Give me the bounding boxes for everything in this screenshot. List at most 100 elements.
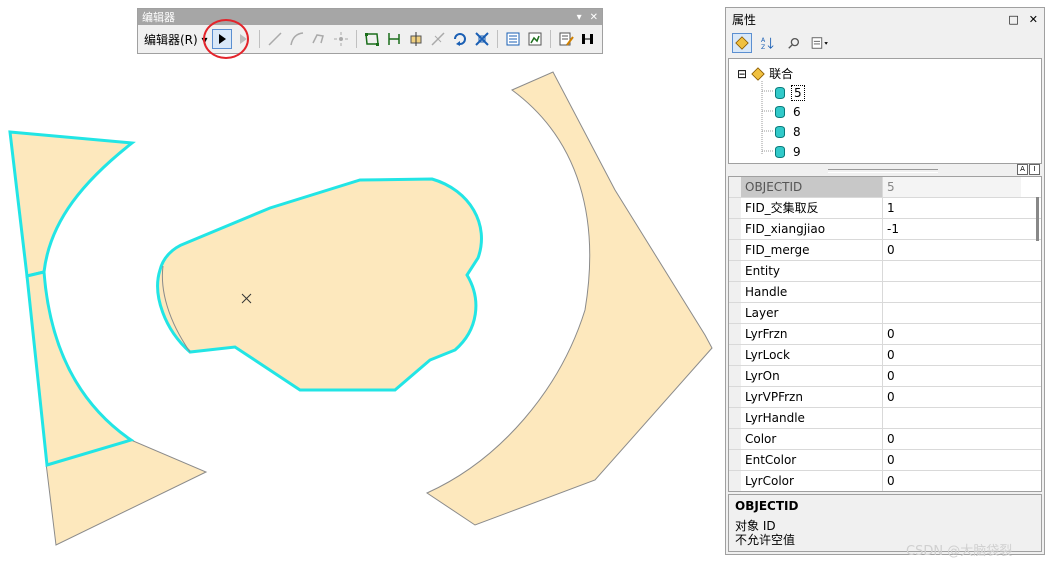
field-value[interactable]: -1	[883, 219, 1021, 239]
chevron-down-icon: ▾	[201, 32, 208, 47]
attribute-row[interactable]: FID_merge 0	[729, 240, 1041, 261]
svg-text:Z: Z	[761, 44, 765, 50]
rotate-tool-button[interactable]	[450, 29, 470, 49]
tree-item-label: 9	[793, 145, 801, 159]
split-tool-button[interactable]	[428, 29, 448, 49]
attributes-titlebar[interactable]: 属性 □ ✕	[726, 8, 1044, 30]
attribute-row[interactable]: Color 0	[729, 429, 1041, 450]
attribute-row[interactable]: FID_xiangjiao -1	[729, 219, 1041, 240]
end-point-arc-tool-button[interactable]	[287, 29, 307, 49]
attribute-row[interactable]: Handle	[729, 282, 1041, 303]
field-value[interactable]: 0	[883, 366, 1021, 386]
row-gutter	[729, 303, 741, 323]
field-name: FID_交集取反	[741, 198, 883, 218]
point-tool-button[interactable]	[331, 29, 351, 49]
field-value[interactable]: 0	[883, 450, 1021, 470]
field-value[interactable]: 0	[883, 471, 1021, 491]
editor-toolbar[interactable]: 编辑器 ▾ ✕ 编辑器(R) ▾	[137, 8, 603, 54]
attribute-row[interactable]: LyrLock 0	[729, 345, 1041, 366]
rotate-icon	[453, 33, 466, 46]
row-gutter	[729, 429, 741, 449]
feature-icon	[775, 106, 785, 118]
straight-segment-tool-button[interactable]	[265, 29, 285, 49]
edit-tool-button[interactable]	[211, 29, 232, 49]
split-icon	[431, 32, 445, 46]
attributes-window[interactable]: 属性 □ ✕ AZ ⊟ 联合 5 6 8 9 A I OBJECTID 5 FI…	[725, 7, 1045, 555]
feature-tree[interactable]: ⊟ 联合 5 6 8 9	[728, 58, 1042, 164]
description-line: 对象 ID	[735, 519, 776, 533]
sort-az-icon: AZ	[761, 37, 774, 50]
reshape-feature-tool-button[interactable]	[384, 29, 404, 49]
row-gutter	[729, 198, 741, 218]
attributes-tool-button[interactable]	[503, 29, 523, 49]
maximize-icon[interactable]: □	[1008, 13, 1018, 26]
attribute-row[interactable]: LyrFrzn 0	[729, 324, 1041, 345]
field-name: LyrOn	[741, 366, 883, 386]
arrow-pointer-icon	[218, 34, 226, 44]
cut-polygons-tool-button[interactable]	[406, 29, 426, 49]
attribute-row[interactable]: LyrColor 0	[729, 471, 1041, 491]
row-gutter	[729, 240, 741, 260]
attribute-row[interactable]: LyrHandle	[729, 408, 1041, 429]
sort-ascending-button[interactable]: AZ	[758, 33, 778, 53]
polygon-left-middle[interactable]	[25, 270, 135, 467]
field-value[interactable]	[883, 282, 1021, 302]
zoom-to-feature-button[interactable]	[784, 33, 804, 53]
field-name: FID_xiangjiao	[741, 219, 883, 239]
scale-tool-button[interactable]	[472, 29, 492, 49]
tree-item[interactable]: 9	[775, 145, 803, 159]
grid-scrollbar-thumb[interactable]	[1036, 197, 1039, 241]
attribute-row[interactable]: OBJECTID 5	[729, 177, 1041, 198]
polygon-center[interactable]	[156, 177, 483, 392]
attribute-row[interactable]: Entity	[729, 261, 1041, 282]
info-icon[interactable]: I	[1029, 164, 1040, 175]
polygon-left-upper[interactable]	[8, 130, 136, 278]
attribute-row[interactable]: Layer	[729, 303, 1041, 324]
trace-tool-button[interactable]	[309, 29, 329, 49]
options-menu-button[interactable]	[810, 33, 830, 53]
editor-menu-button[interactable]: 编辑器(R) ▾	[144, 31, 208, 48]
field-value[interactable]: 0	[883, 345, 1021, 365]
tree-item[interactable]: 5	[775, 85, 805, 101]
close-icon[interactable]: ✕	[1029, 13, 1038, 26]
field-value[interactable]	[883, 408, 1021, 428]
edit-vertices-tool-button[interactable]	[362, 29, 382, 49]
line-segment-icon	[268, 32, 282, 46]
editor-close-icon[interactable]: ✕	[590, 12, 598, 23]
trace-icon	[311, 34, 324, 44]
toolbar-separator	[355, 30, 357, 48]
sort-alpha-icon[interactable]: A	[1017, 164, 1028, 175]
editor-window-tool-button[interactable]	[578, 29, 598, 49]
cut-polygon-icon	[410, 32, 422, 46]
create-features-tool-button[interactable]	[556, 29, 576, 49]
pane-splitter[interactable]: A I	[728, 164, 1042, 175]
show-layers-button[interactable]	[732, 33, 752, 53]
attribute-row[interactable]: LyrOn 0	[729, 366, 1041, 387]
tree-item[interactable]: 6	[775, 105, 803, 119]
field-value[interactable]: 0	[883, 240, 1021, 260]
field-value[interactable]: 0	[883, 387, 1021, 407]
field-name: LyrVPFrzn	[741, 387, 883, 407]
tree-item[interactable]: 8	[775, 125, 803, 139]
field-value[interactable]: 0	[883, 324, 1021, 344]
editor-titlebar[interactable]: 编辑器 ▾ ✕	[138, 9, 602, 25]
splitter-grip[interactable]	[828, 169, 938, 173]
field-name: Color	[741, 429, 883, 449]
field-value[interactable]: 1	[883, 198, 1021, 218]
arc-segment-icon	[289, 32, 303, 46]
attribute-row[interactable]: LyrVPFrzn 0	[729, 387, 1041, 408]
row-gutter	[729, 177, 741, 197]
editor-options-icon[interactable]: ▾	[577, 12, 582, 23]
attribute-grid[interactable]: OBJECTID 5 FID_交集取反 1 FID_xiangjiao -1 F…	[728, 176, 1042, 492]
field-value[interactable]	[883, 261, 1021, 281]
field-value[interactable]: 0	[883, 429, 1021, 449]
toolbar-separator	[258, 30, 260, 48]
attribute-row[interactable]: EntColor 0	[729, 450, 1041, 471]
zoom-magnifier-icon	[788, 37, 800, 49]
attribute-row[interactable]: FID_交集取反 1	[729, 198, 1041, 219]
reshape-icon	[387, 33, 400, 45]
field-name: LyrColor	[741, 471, 883, 491]
sketch-properties-tool-button[interactable]	[525, 29, 545, 49]
edit-annotation-tool-button[interactable]	[234, 29, 254, 49]
field-value[interactable]	[883, 303, 1021, 323]
